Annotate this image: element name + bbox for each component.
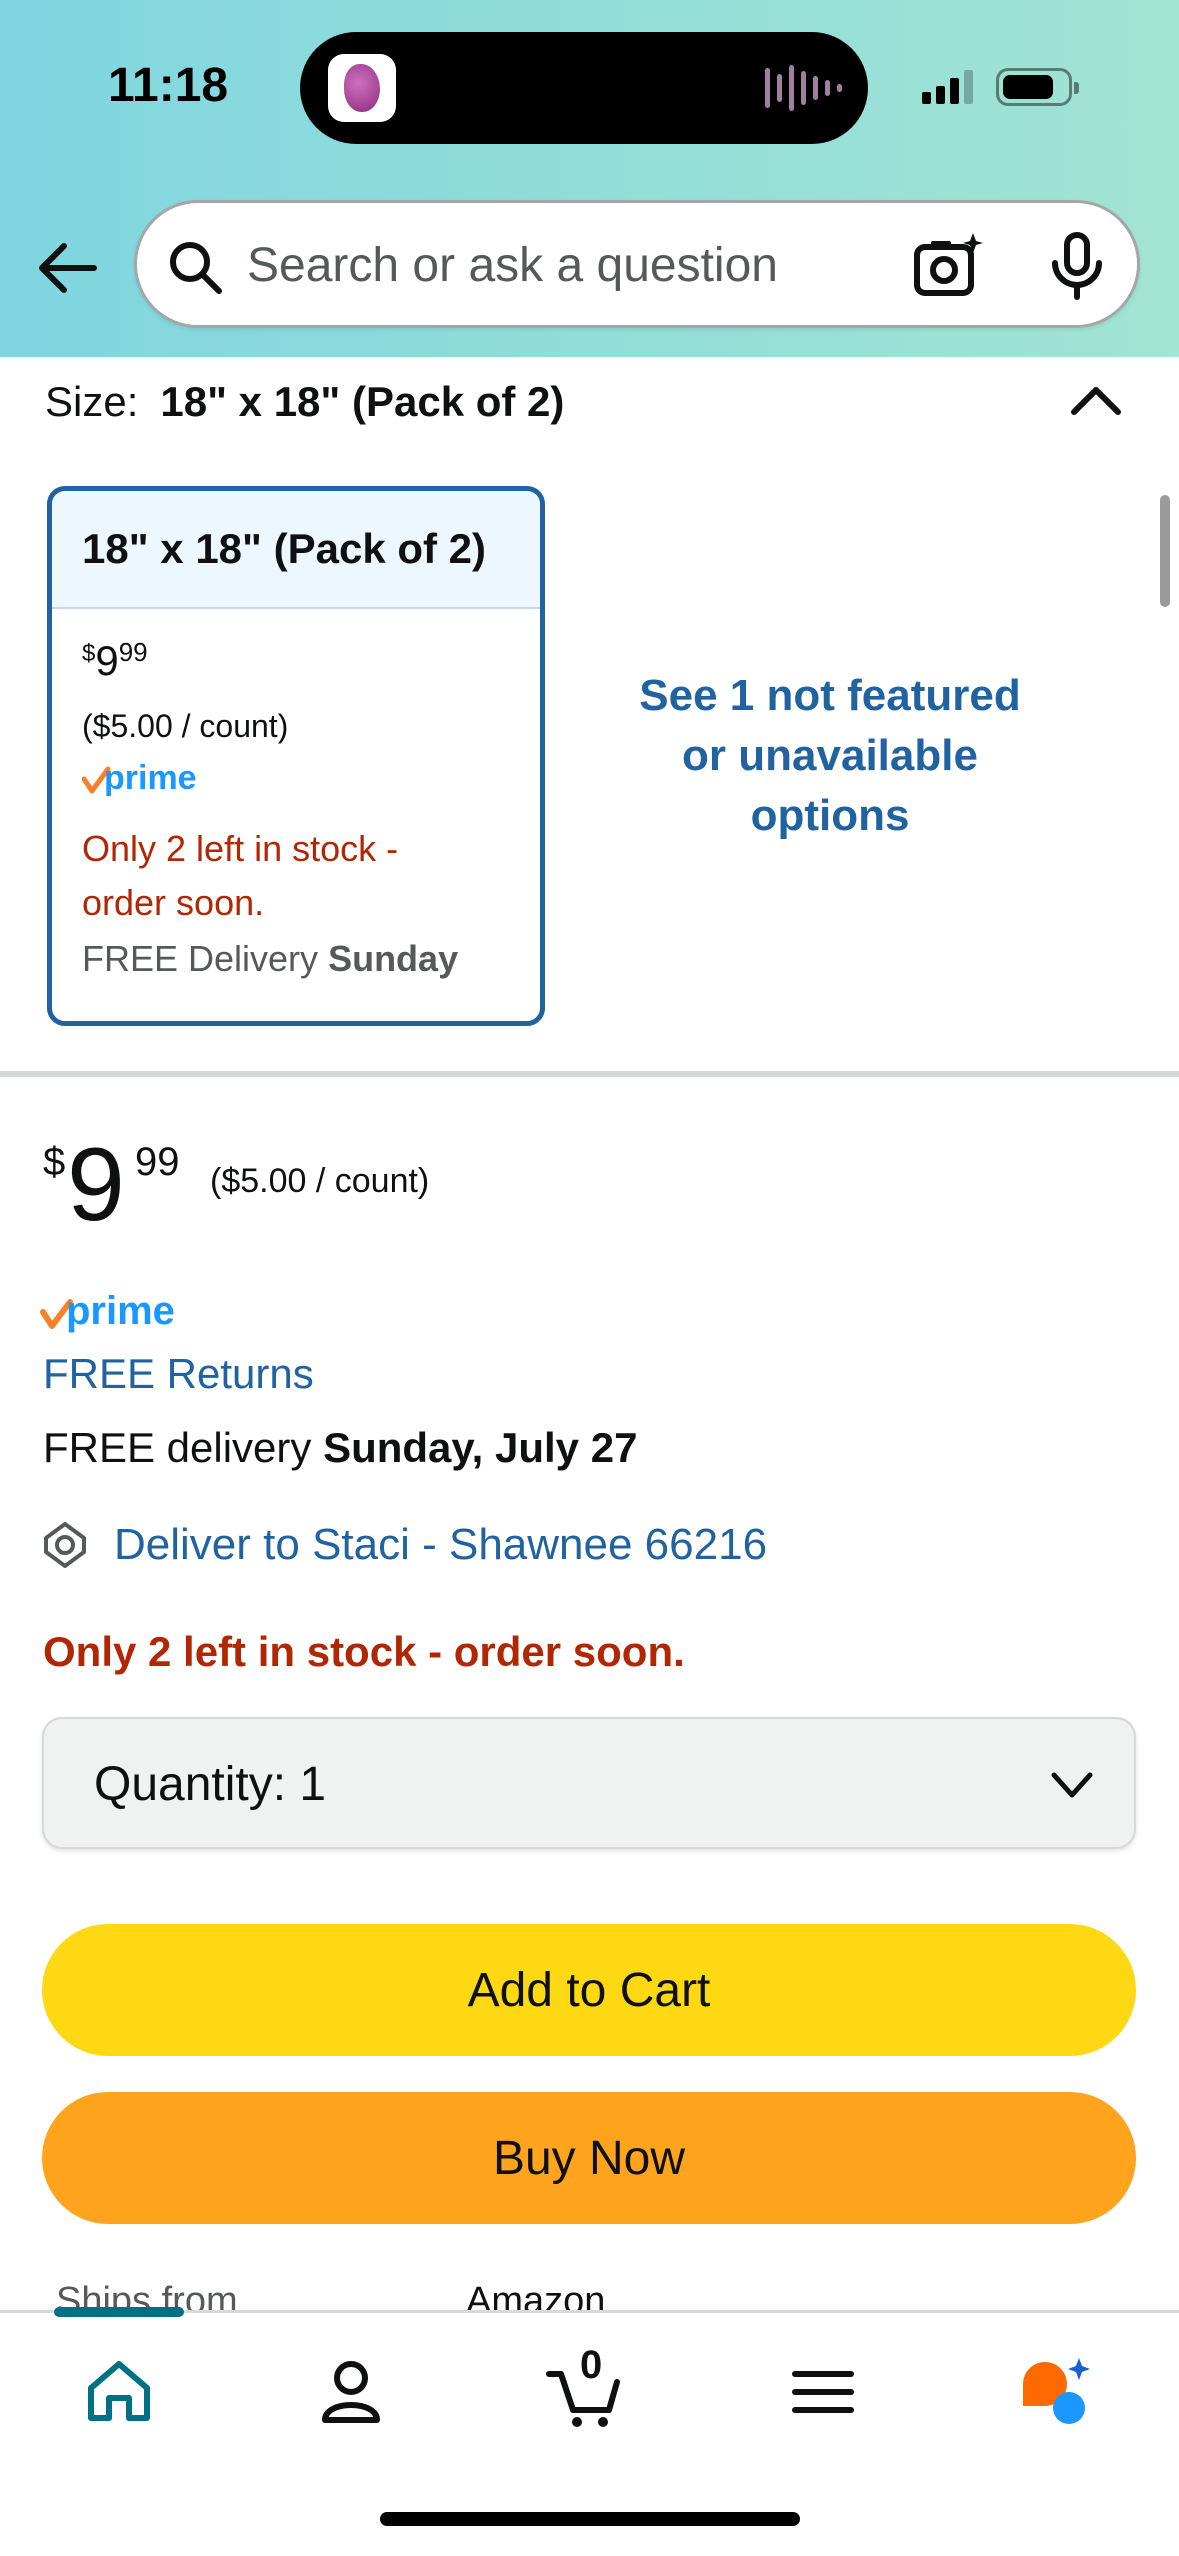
- search-input[interactable]: [247, 233, 867, 297]
- tab-menu[interactable]: [778, 2347, 868, 2437]
- size-value: 18" x 18" (Pack of 2): [160, 378, 565, 425]
- dynamic-island: [300, 32, 868, 144]
- svg-text:prime: prime: [104, 759, 197, 797]
- section-divider: [0, 1071, 1179, 1077]
- battery-icon: [996, 68, 1079, 106]
- main-unit-price: ($5.00 / count): [210, 1162, 430, 1200]
- tab-rufus-assistant[interactable]: [1010, 2347, 1100, 2437]
- size-option-title: 18" x 18" (Pack of 2): [52, 491, 540, 609]
- cart-count-badge: 0: [580, 2343, 603, 2387]
- tab-account[interactable]: [306, 2347, 396, 2437]
- location-pin-icon: [44, 1522, 86, 1568]
- prime-logo-icon: prime: [40, 1290, 175, 1333]
- back-arrow-icon[interactable]: [36, 238, 100, 298]
- chevron-down-icon: [1051, 1772, 1093, 1798]
- ships-from-value: Amazon: [466, 2280, 606, 2310]
- active-tab-indicator: [54, 2307, 184, 2317]
- see-unavailable-options-link[interactable]: See 1 not featured or unavailable option…: [600, 666, 1060, 846]
- size-option-stock-warning: Only 2 left in stock - order soon.: [82, 828, 399, 923]
- size-option-price: $999: [82, 637, 148, 684]
- rufus-assistant-icon: [1023, 2358, 1090, 2424]
- microphone-icon[interactable]: [1047, 231, 1107, 301]
- free-returns-link[interactable]: FREE Returns: [43, 1350, 314, 1398]
- scrollbar[interactable]: [1160, 495, 1170, 607]
- svg-text:prime: prime: [66, 1290, 175, 1333]
- home-icon: [88, 2361, 150, 2421]
- stock-warning: Only 2 left in stock - order soon.: [43, 1628, 685, 1675]
- user-icon: [322, 2361, 380, 2423]
- size-option-card-selected[interactable]: 18" x 18" (Pack of 2) $999 ($5.00 / coun…: [47, 486, 545, 1026]
- quantity-dropdown[interactable]: Quantity: 1: [42, 1717, 1136, 1849]
- quantity-label: Quantity: 1: [94, 1758, 327, 1811]
- search-bar[interactable]: [134, 200, 1140, 328]
- deliver-to-text: Deliver to Staci - Shawnee 66216: [114, 1520, 768, 1569]
- size-selector-header: Size: 18" x 18" (Pack of 2): [45, 378, 564, 426]
- search-icon: [170, 242, 222, 294]
- ships-from-label: Ships from: [56, 2280, 238, 2310]
- add-to-cart-button[interactable]: Add to Cart: [42, 1924, 1136, 2056]
- tab-home[interactable]: [74, 2347, 164, 2437]
- size-option-delivery: FREE Delivery Sunday: [82, 938, 459, 979]
- prime-logo-icon: prime: [81, 759, 197, 797]
- size-label: Size:: [45, 378, 139, 425]
- now-playing-app-icon: [328, 54, 396, 122]
- home-indicator[interactable]: [380, 2512, 800, 2526]
- ships-from-row: Ships from Amazon: [56, 2280, 1156, 2310]
- visual-search-camera-icon[interactable]: [913, 231, 983, 301]
- chevron-up-icon[interactable]: [1068, 380, 1124, 420]
- status-time: 11:18: [108, 59, 229, 112]
- hamburger-menu-icon: [792, 2371, 854, 2413]
- deliver-to-link[interactable]: Deliver to Staci - Shawnee 66216: [40, 1520, 767, 1570]
- cellular-signal-icon: [922, 68, 973, 104]
- buy-now-button[interactable]: Buy Now: [42, 2092, 1136, 2224]
- app-header: 11:18: [0, 0, 1179, 357]
- audio-waveform-icon: [765, 62, 842, 114]
- size-option-unit-price: ($5.00 / count): [82, 708, 289, 744]
- free-delivery-info: FREE delivery Sunday, July 27: [43, 1424, 638, 1471]
